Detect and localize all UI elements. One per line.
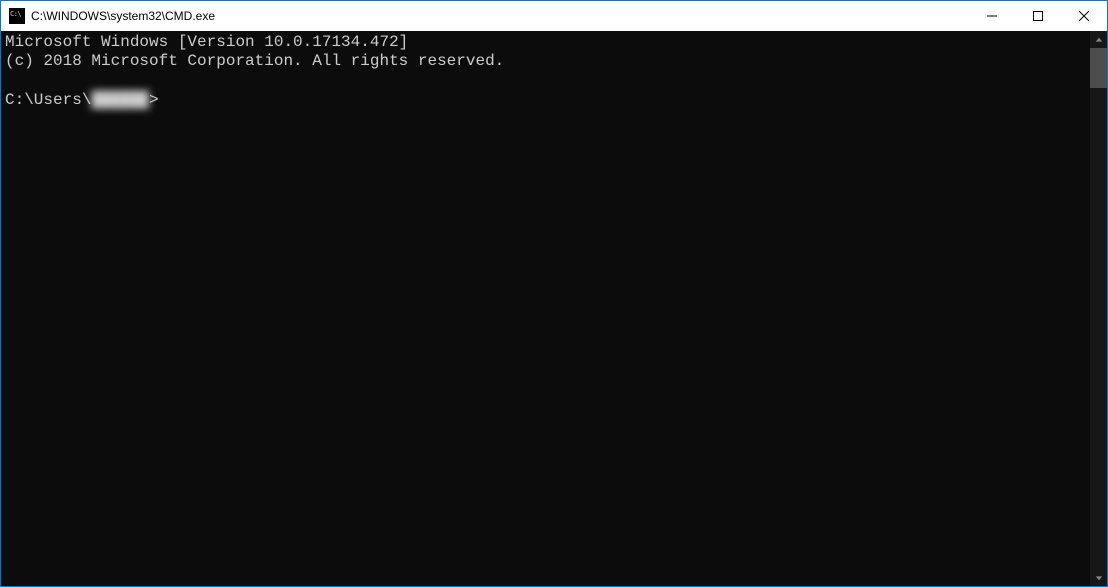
terminal-output[interactable]: Microsoft Windows [Version 10.0.17134.47…	[1, 31, 1090, 586]
scrollbar[interactable]	[1090, 31, 1107, 586]
maximize-button[interactable]	[1015, 1, 1061, 31]
version-line: Microsoft Windows [Version 10.0.17134.47…	[5, 33, 408, 51]
prompt-prefix: C:\Users\	[5, 91, 91, 110]
scroll-down-button[interactable]	[1090, 569, 1107, 586]
chevron-up-icon	[1095, 36, 1103, 44]
close-button[interactable]	[1061, 1, 1107, 31]
maximize-icon	[1033, 11, 1043, 21]
prompt-username: ██████	[91, 91, 149, 110]
minimize-icon	[987, 11, 997, 21]
content-area: Microsoft Windows [Version 10.0.17134.47…	[1, 31, 1107, 586]
window-controls	[969, 1, 1107, 31]
scroll-up-button[interactable]	[1090, 31, 1107, 48]
scroll-track[interactable]	[1090, 48, 1107, 569]
copyright-line: (c) 2018 Microsoft Corporation. All righ…	[5, 52, 504, 70]
titlebar[interactable]: C:\WINDOWS\system32\CMD.exe	[1, 1, 1107, 31]
scroll-thumb[interactable]	[1090, 48, 1107, 88]
minimize-button[interactable]	[969, 1, 1015, 31]
cmd-icon	[9, 8, 25, 24]
window-title: C:\WINDOWS\system32\CMD.exe	[31, 9, 969, 23]
chevron-down-icon	[1095, 574, 1103, 582]
close-icon	[1079, 11, 1089, 21]
prompt-suffix: >	[149, 91, 159, 110]
prompt-line: C:\Users\██████>	[5, 91, 1086, 110]
cmd-window: C:\WINDOWS\system32\CMD.exe Microsoft Wi…	[0, 0, 1108, 587]
